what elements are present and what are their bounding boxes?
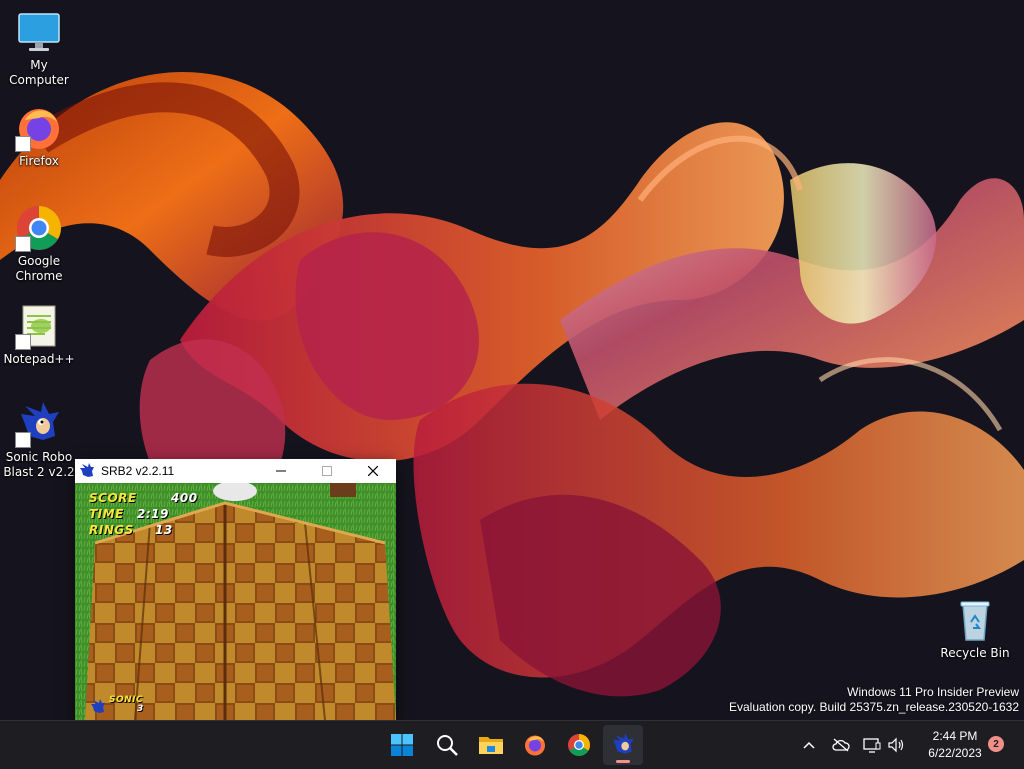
desktop-icon-label: Firefox (19, 154, 59, 168)
cloud-offline-icon (832, 738, 850, 752)
desktop-icon-label: Notepad++ (3, 352, 75, 366)
hud-time-value: 2:19 (137, 507, 169, 521)
notification-badge[interactable]: 2 (988, 736, 1004, 752)
recycle-bin-icon (960, 601, 990, 641)
search-button[interactable] (427, 725, 467, 765)
desktop-icon-google-chrome[interactable]: Google Chrome (0, 204, 78, 284)
desktop-icon-label: Sonic Robo Blast 2 v2.2 (3, 450, 75, 479)
desktop-icon-label: Google Chrome (15, 254, 63, 283)
hud-time-label: TIME (89, 507, 124, 521)
taskbar-clock[interactable]: 2:44 PM 6/22/2023 (916, 728, 994, 762)
start-button[interactable] (382, 725, 422, 765)
maximize-icon (322, 466, 332, 476)
minimize-button[interactable] (258, 459, 304, 483)
volume-icon (888, 737, 904, 753)
shortcut-arrow-icon (15, 334, 31, 350)
taskbar: 2:44 PM 6/22/2023 (0, 720, 1024, 769)
chevron-up-icon (803, 741, 815, 749)
shortcut-arrow-icon (15, 432, 31, 448)
desktop-icon-label: My Computer (9, 58, 69, 87)
game-viewport[interactable]: SCORE 400 TIME 2:19 RINGS 13 SONIC 3 (75, 483, 396, 720)
taskbar-srb2[interactable] (603, 725, 643, 765)
chrome-icon (568, 734, 590, 756)
hud-rings-label: RINGS (89, 523, 134, 537)
srb2-window[interactable]: SRB2 v2.2.11 SCORE 400 TIME 2:19 RINGS 1… (75, 459, 396, 720)
srb2-window-icon (80, 463, 94, 477)
window-title: SRB2 v2.2.11 (101, 464, 175, 478)
desktop-icon-my-computer[interactable]: My Computer (0, 8, 78, 88)
network-icon (863, 738, 881, 753)
running-indicator (616, 760, 630, 763)
desktop-icon-notepad-plus-plus[interactable]: Notepad++ (0, 302, 78, 367)
monitor-icon (18, 13, 60, 51)
minimize-icon (276, 470, 286, 472)
hud-score-label: SCORE (89, 491, 137, 505)
taskbar-firefox[interactable] (515, 725, 555, 765)
hud-score-value: 400 (171, 491, 198, 505)
desktop-icon-recycle-bin[interactable]: Recycle Bin (936, 596, 1014, 661)
watermark-line-1: Windows 11 Pro Insider Preview (847, 685, 1019, 699)
clock-date: 6/22/2023 (928, 746, 982, 760)
hud-lives-value: 3 (137, 704, 144, 714)
window-titlebar[interactable]: SRB2 v2.2.11 (75, 459, 396, 483)
close-icon (368, 466, 378, 476)
srb2-icon (613, 733, 634, 754)
evaluation-watermark: Windows 11 Pro Insider Preview Evaluatio… (729, 685, 1019, 715)
watermark-line-2: Evaluation copy. Build 25375.zn_release.… (729, 700, 1019, 714)
lives-sonic-icon (89, 699, 107, 715)
shortcut-arrow-icon (15, 236, 31, 252)
file-explorer-icon (479, 737, 503, 754)
taskbar-chrome[interactable] (559, 725, 599, 765)
maximize-button[interactable] (304, 459, 350, 483)
desktop-icon-firefox[interactable]: Firefox (0, 104, 78, 169)
search-icon (437, 735, 458, 756)
close-button[interactable] (350, 459, 396, 483)
firefox-icon (525, 735, 545, 756)
desktop-icon-sonic-robo-blast-2[interactable]: Sonic Robo Blast 2 v2.2 (0, 400, 78, 480)
onedrive-tray-button[interactable] (828, 721, 854, 769)
network-tray-button[interactable] (860, 721, 884, 769)
shortcut-arrow-icon (15, 136, 31, 152)
taskbar-file-explorer[interactable] (471, 725, 511, 765)
hud-rings-value: 13 (155, 523, 173, 537)
show-hidden-icons-button[interactable] (796, 721, 822, 769)
volume-tray-button[interactable] (884, 721, 908, 769)
start-icon (391, 734, 413, 756)
desktop-icon-label: Recycle Bin (940, 646, 1010, 660)
clock-time: 2:44 PM (932, 729, 978, 743)
